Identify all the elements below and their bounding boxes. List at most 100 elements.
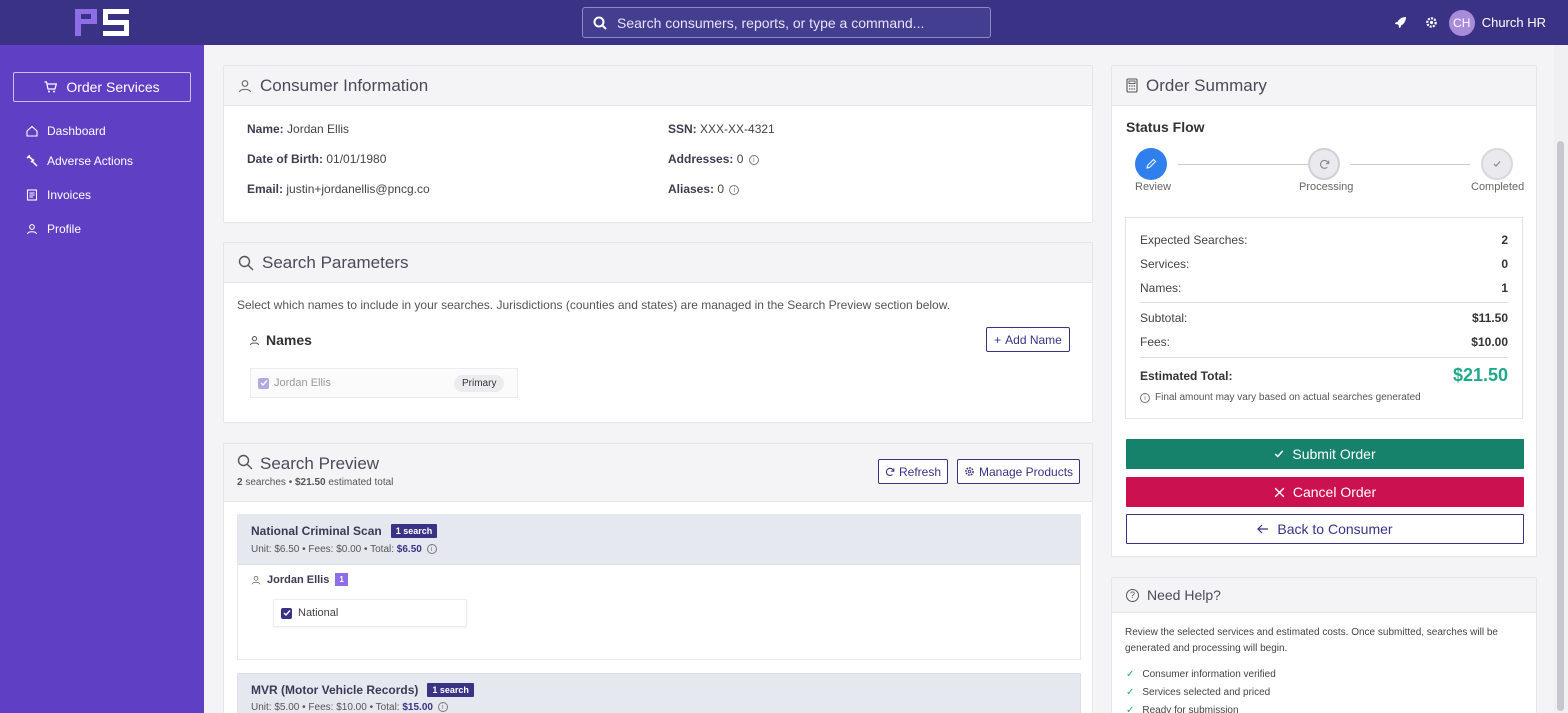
- rocket-icon[interactable]: [1385, 16, 1416, 29]
- invoice-icon: [26, 189, 38, 201]
- estimated-word: estimated total: [328, 477, 394, 488]
- check-icon: ✓: [1126, 705, 1135, 713]
- expected-searches-value: 2: [1501, 233, 1508, 247]
- search-parameters-title: Search Parameters: [262, 252, 409, 272]
- info-icon[interactable]: i: [748, 154, 759, 165]
- step-connector: [1178, 164, 1308, 165]
- order-services-button[interactable]: Order Services: [13, 72, 191, 102]
- status-flow-title: Status Flow: [1126, 119, 1205, 135]
- name-checkbox[interactable]: [258, 377, 269, 389]
- sidebar-item-dashboard[interactable]: Dashboard: [26, 124, 106, 138]
- check-icon: [1275, 450, 1284, 458]
- sidebar-item-adverse-actions[interactable]: Adverse Actions: [26, 154, 133, 168]
- product-name: National Criminal Scan: [251, 524, 382, 538]
- search-count-badge: 1 search: [427, 683, 474, 697]
- sidebar-item-label: Dashboard: [47, 124, 106, 138]
- estimated-total-value: $21.50: [1452, 365, 1508, 385]
- name-entry-row[interactable]: Jordan Ellis Primary: [250, 368, 518, 398]
- cancel-order-button[interactable]: Cancel Order: [1126, 477, 1524, 507]
- product-mvr[interactable]: MVR (Motor Vehicle Records) 1 search Uni…: [237, 673, 1081, 713]
- need-help-card: ? Need Help? Review the selected service…: [1111, 577, 1537, 713]
- add-name-label: Add Name: [1005, 332, 1062, 347]
- sidebar-item-profile[interactable]: Profile: [26, 222, 81, 236]
- check-icon: [260, 380, 268, 387]
- add-name-button[interactable]: + Add Name: [986, 327, 1070, 352]
- fees-row: Fees: $10.00: [1140, 335, 1508, 349]
- need-help-text: Review the selected services and estimat…: [1125, 627, 1498, 654]
- consumer-info-title: Consumer Information: [260, 75, 429, 95]
- home-icon: [26, 125, 38, 137]
- scrollbar-thumb[interactable]: [1557, 141, 1564, 711]
- search-preview-card: Search Preview 2 searches • $21.50 estim…: [223, 443, 1093, 713]
- sidebar-item-invoices[interactable]: Invoices: [26, 188, 91, 202]
- search-icon: [583, 16, 617, 30]
- search-input[interactable]: [617, 14, 977, 31]
- check-item: ✓ Ready for submission: [1126, 705, 1239, 713]
- summary-breakdown: Expected Searches: 2 Services: 0 Names: 1 S…: [1125, 217, 1523, 419]
- subtotal-label: Subtotal:: [1140, 311, 1188, 325]
- jurisdiction-checkbox[interactable]: [281, 607, 292, 619]
- back-to-consumer-button[interactable]: Back to Consumer: [1126, 514, 1524, 544]
- searches-word: searches •: [245, 477, 293, 488]
- fees-value: $10.00: [1471, 335, 1508, 349]
- avatar[interactable]: CH: [1448, 9, 1475, 36]
- search-icon: [238, 255, 254, 270]
- preview-estimated-total: $21.50: [294, 477, 326, 488]
- manage-products-button[interactable]: Manage Products: [957, 459, 1080, 484]
- search-preview-header: Search Preview 2 searches • $21.50 estim…: [224, 444, 1092, 502]
- services-row: Services: 0: [1140, 257, 1508, 271]
- step-processing-label: Processing: [1299, 181, 1354, 193]
- consumer-dob-row: Date of Birth: 01/01/1980: [247, 152, 386, 166]
- info-icon[interactable]: i: [426, 544, 437, 555]
- page-scrollbar[interactable]: [1554, 45, 1568, 713]
- check-item: ✓ Services selected and priced: [1126, 687, 1270, 698]
- step-completed-label: Completed: [1471, 181, 1525, 193]
- product-pricing: Unit: $6.50 • Fees: $0.00 • Total: $6.50…: [251, 544, 437, 555]
- estimate-note-text: Final amount may vary based on actual se…: [1155, 392, 1421, 403]
- email-label: Email:: [247, 182, 284, 196]
- addresses-label: Addresses:: [668, 152, 734, 166]
- order-summary-title: Order Summary: [1146, 75, 1267, 95]
- global-search[interactable]: [582, 7, 991, 38]
- name-entry-label: Jordan Ellis: [274, 377, 331, 389]
- consumer-ssn: XXX-XX-4321: [700, 122, 775, 136]
- names-label: Names:: [1140, 281, 1182, 295]
- consumer-addresses-row: Addresses: 0 i: [668, 152, 759, 166]
- pricing-text: Unit: $5.00 • Fees: $10.00 • Total:: [251, 702, 400, 713]
- search-parameters-header: Search Parameters: [224, 243, 1092, 283]
- gavel-icon: [26, 155, 38, 167]
- refresh-button[interactable]: Refresh: [878, 459, 948, 484]
- gear-icon[interactable]: [1416, 16, 1447, 29]
- fees-label: Fees:: [1140, 335, 1171, 349]
- searches-count: 2: [237, 477, 243, 488]
- check-icon: ✓: [1126, 687, 1135, 698]
- product-name: MVR (Motor Vehicle Records): [251, 683, 419, 697]
- calculator-icon: [1126, 78, 1138, 93]
- app-logo[interactable]: [75, 9, 129, 36]
- user-name[interactable]: Church HR: [1482, 15, 1546, 30]
- sidebar-item-label: Invoices: [47, 188, 92, 202]
- consumer-dob: 01/01/1980: [326, 152, 387, 166]
- sidebar: Order Services Dashboard Adverse Actions…: [0, 45, 204, 713]
- check-icon: [283, 610, 291, 617]
- cart-icon: [44, 81, 58, 93]
- search-preview-summary: 2 searches • $21.50 estimated total: [237, 477, 393, 488]
- scrollbar-track: [1554, 0, 1568, 45]
- gear-icon: [965, 467, 974, 476]
- product-header[interactable]: National Criminal Scan 1 search Unit: $6…: [238, 515, 1080, 565]
- sidebar-item-label: Adverse Actions: [47, 154, 134, 168]
- divider: [1140, 302, 1508, 303]
- dob-label: Date of Birth:: [247, 152, 323, 166]
- refresh-icon: [1319, 159, 1329, 169]
- info-icon[interactable]: i: [437, 702, 448, 713]
- step-processing: [1308, 148, 1340, 180]
- plus-icon: +: [994, 332, 1002, 347]
- submit-order-button[interactable]: Submit Order: [1126, 439, 1524, 469]
- estimate-note: i Final amount may vary based on actual …: [1140, 392, 1421, 403]
- product-national-criminal: National Criminal Scan 1 search Unit: $6…: [237, 514, 1081, 660]
- step-connector: [1350, 164, 1470, 165]
- jurisdiction-row[interactable]: National: [273, 599, 467, 627]
- info-icon[interactable]: i: [729, 184, 740, 195]
- check-icon: [1493, 161, 1501, 167]
- estimated-total-row: Estimated Total: $21.50: [1140, 365, 1508, 386]
